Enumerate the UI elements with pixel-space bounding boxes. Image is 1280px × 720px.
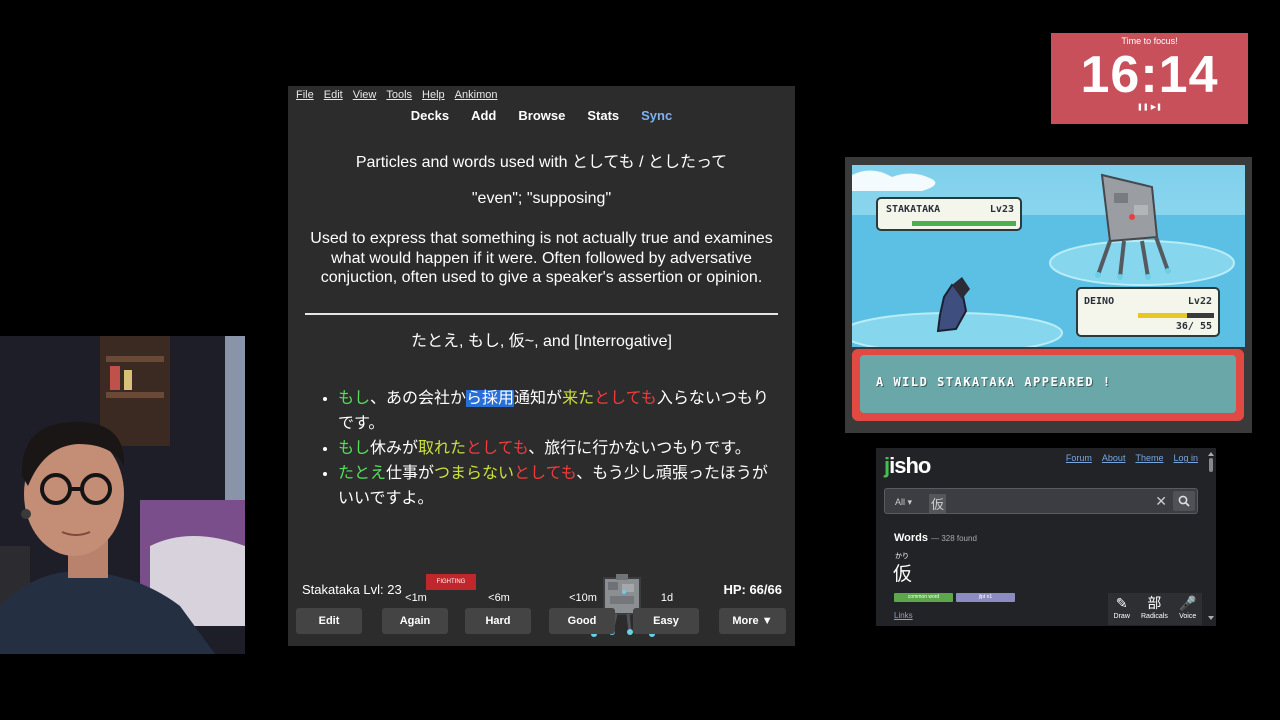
battle-message: A WILD STAKATAKA APPEARED ! (860, 355, 1236, 413)
answer-buttons: Edit Again Hard Good Easy More ▼ (288, 608, 795, 634)
jisho-scrollbar[interactable] (1208, 452, 1214, 620)
player-hp-bar (1138, 313, 1188, 318)
microphone-icon: 🎤 (1178, 595, 1197, 611)
jlpt-tag: jlpt n1 (956, 593, 1015, 602)
common-word-tag: common word (894, 593, 953, 602)
jisho-nav: Forum About Theme Log in (1066, 453, 1198, 463)
pokemon-game-window: STAKATAKA Lv23 DEINO Lv22 36/ 55 A WILD … (845, 157, 1252, 433)
easy-interval: 1d (660, 592, 674, 604)
example-sentence-3: たとえ仕事がつまらないとしても、もう少し頑張ったほうがいいですよ。 (338, 461, 778, 511)
enemy-hp-bar (912, 221, 1016, 226)
menu-view[interactable]: View (353, 89, 377, 101)
again-button[interactable]: Again (382, 608, 448, 634)
jisho-window: jisho Forum About Theme Log in All ▾ 仮 ✕… (876, 448, 1216, 626)
search-input[interactable]: 仮 (929, 494, 947, 513)
nav-theme[interactable]: Theme (1135, 453, 1163, 463)
example-list: もし、あの会社から採用通知が来たとしても入らないつもりです。 もし休みが取れたと… (338, 386, 778, 511)
pencil-icon: ✎ (1115, 595, 1128, 611)
anki-window: File Edit View Tools Help Ankimon Decks … (288, 86, 795, 646)
card-title: Particles and words used with としても / とした… (355, 154, 728, 171)
search-icon (1178, 495, 1190, 507)
timer-label: Time to focus! (1121, 36, 1178, 46)
enemy-name: STAKATAKA (886, 204, 941, 215)
answer-intervals: <1m <6m <10m 1d (288, 592, 795, 606)
entry-kanji: 仮 (893, 564, 913, 585)
card-subtitle: たとえ, もし, 仮~, and [Interrogative] (411, 333, 672, 350)
nav-about[interactable]: About (1102, 453, 1126, 463)
links-link[interactable]: Links (894, 611, 913, 620)
again-interval: <1m (405, 592, 427, 604)
card-divider (305, 313, 778, 315)
player-hp-text: 36/ 55 (1175, 321, 1212, 332)
sync-link[interactable]: Sync (641, 108, 672, 123)
easy-button[interactable]: Easy (633, 608, 699, 634)
search-button[interactable] (1173, 491, 1195, 511)
good-interval: <10m (569, 592, 597, 604)
menu-tools[interactable]: Tools (386, 89, 412, 101)
search-filter-select[interactable]: All ▾ (895, 497, 912, 508)
words-heading: Words — 328 found (894, 532, 977, 544)
nav-login[interactable]: Log in (1173, 453, 1198, 463)
player-name: DEINO (1084, 296, 1115, 307)
player-hp-track (1138, 313, 1214, 318)
timer-controls[interactable]: ❚❚ ▶❚ (1051, 104, 1248, 112)
voice-tool[interactable]: 🎤 Voice (1179, 593, 1196, 625)
jisho-search-bar: All ▾ 仮 ✕ (884, 488, 1198, 514)
words-count: — 328 found (931, 534, 977, 543)
main-toolbar: Decks Add Browse Stats Sync (288, 104, 795, 126)
clear-icon[interactable]: ✕ (1155, 493, 1167, 510)
type-badge: FIGHTING (426, 574, 476, 590)
menu-ankimon[interactable]: Ankimon (455, 89, 498, 101)
enemy-hp-box: STAKATAKA Lv23 (876, 197, 1022, 231)
radicals-tool[interactable]: 部 Radicals (1141, 593, 1168, 625)
good-button[interactable]: Good (549, 608, 615, 634)
card-content: Particles and words used with としても / とした… (288, 126, 795, 597)
hard-interval: <6m (488, 592, 510, 604)
player-hp-box: DEINO Lv22 36/ 55 (1076, 287, 1220, 337)
edit-button[interactable]: Edit (296, 608, 362, 634)
draw-tool[interactable]: ✎ Draw (1114, 593, 1130, 625)
card-meaning: "even"; "supposing" (471, 190, 612, 207)
webcam-feed (0, 336, 245, 654)
stats-link[interactable]: Stats (587, 108, 619, 123)
battle-textbox: A WILD STAKATAKA APPEARED ! (852, 349, 1244, 421)
menubar: File Edit View Tools Help Ankimon (288, 86, 795, 104)
jisho-logo[interactable]: jisho (884, 453, 931, 479)
player-level: Lv22 (1187, 296, 1212, 307)
enemy-level: Lv23 (989, 204, 1014, 215)
focus-timer: Time to focus! 16:14 ❚❚ ▶❚ (1051, 33, 1248, 124)
more-button[interactable]: More ▼ (719, 608, 786, 634)
menu-edit[interactable]: Edit (324, 89, 343, 101)
hard-button[interactable]: Hard (465, 608, 531, 634)
example-sentence-2: もし休みが取れたとしても、旅行に行かないつもりです。 (338, 436, 778, 461)
nav-forum[interactable]: Forum (1066, 453, 1092, 463)
add-link[interactable]: Add (471, 108, 496, 123)
menu-file[interactable]: File (296, 89, 314, 101)
browse-link[interactable]: Browse (518, 108, 565, 123)
decks-link[interactable]: Decks (411, 108, 449, 123)
card-description: Used to express that something is not ac… (310, 230, 773, 286)
input-tools: ✎ Draw 部 Radicals 🎤 Voice (1108, 593, 1202, 625)
radicals-icon: 部 (1147, 595, 1162, 611)
example-sentence-1: もし、あの会社から採用通知が来たとしても入らないつもりです。 (338, 386, 778, 436)
menu-help[interactable]: Help (422, 89, 445, 101)
timer-countdown: 16:14 (1080, 46, 1219, 104)
